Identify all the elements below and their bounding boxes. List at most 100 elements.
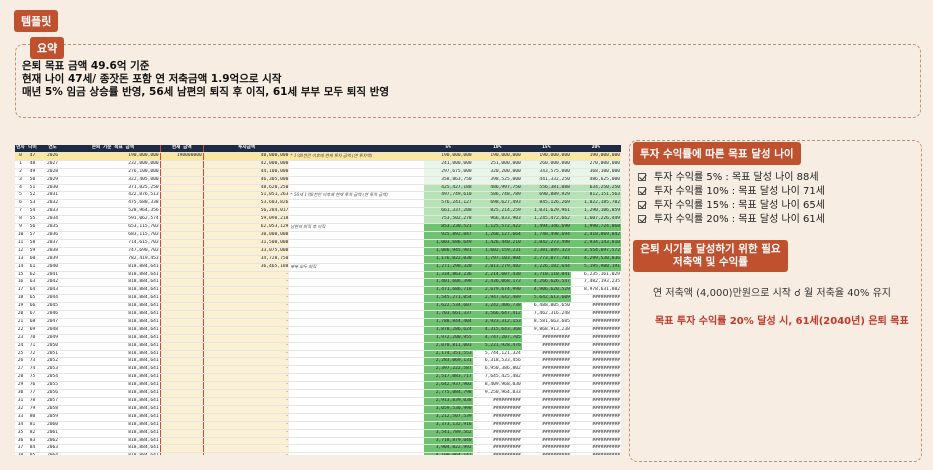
table-cell[interactable]: [159, 365, 204, 375]
table-cell[interactable]: 2041: [39, 271, 67, 280]
table-cell[interactable]: [159, 231, 204, 240]
rate-cell[interactable]: 3,373,132,916: [423, 421, 473, 430]
table-cell[interactable]: 55: [26, 215, 40, 225]
table-cell[interactable]: -: [202, 286, 290, 296]
table-cell[interactable]: 683,115,703: [66, 231, 161, 240]
rate-cell[interactable]: 2,679,674,990: [472, 286, 522, 296]
table-cell[interactable]: -: [202, 278, 290, 288]
rate-cell[interactable]: 4,100,064,142: [423, 452, 473, 455]
rate-cell[interactable]: ##########: [570, 334, 621, 343]
rate-cell[interactable]: 2,773,077,701: [521, 255, 571, 264]
table-cell[interactable]: [159, 176, 204, 185]
rate-cell[interactable]: 1,607,226,449: [570, 215, 621, 225]
table-cell[interactable]: [159, 429, 204, 438]
table-cell[interactable]: 818,884,641: [66, 437, 161, 446]
note-cell[interactable]: [289, 184, 424, 193]
table-cell[interactable]: 818,884,641: [66, 365, 161, 375]
rate-cell[interactable]: 1,972,200,955: [423, 334, 473, 343]
table-cell[interactable]: 30,000,000: [202, 231, 290, 240]
table-cell[interactable]: 19: [15, 302, 27, 312]
rate-cell[interactable]: ##########: [570, 373, 621, 383]
table-cell[interactable]: -: [202, 389, 290, 398]
table-cell[interactable]: [159, 381, 204, 391]
rate-cell[interactable]: 7,645,425,482: [472, 373, 522, 383]
rate-cell[interactable]: 4,315,643,368: [472, 326, 522, 335]
note-cell[interactable]: [289, 247, 424, 256]
note-cell[interactable]: [289, 405, 424, 414]
note-cell[interactable]: [289, 365, 424, 375]
table-cell[interactable]: -: [202, 421, 290, 430]
table-cell[interactable]: 24: [15, 342, 27, 351]
table-cell[interactable]: 78: [26, 397, 40, 406]
rate-cell[interactable]: 3,059,530,990: [423, 405, 473, 414]
note-cell[interactable]: [289, 310, 424, 319]
table-cell[interactable]: 2046: [39, 310, 67, 319]
table-cell[interactable]: 53: [26, 199, 40, 209]
table-cell[interactable]: 818,884,641: [66, 444, 161, 454]
table-cell[interactable]: 371,025,250: [66, 184, 161, 193]
rate-cell[interactable]: 1,990,724,868: [570, 223, 621, 232]
table-cell[interactable]: [159, 302, 204, 312]
rate-cell[interactable]: 753,502,278: [423, 215, 473, 225]
table-cell[interactable]: -: [202, 429, 290, 438]
table-cell[interactable]: 38: [15, 452, 27, 455]
rate-cell[interactable]: 486,625,000: [570, 176, 621, 185]
table-cell[interactable]: -: [202, 405, 290, 414]
table-cell[interactable]: 2030: [39, 184, 67, 193]
table-cell[interactable]: 2054: [39, 373, 67, 383]
table-cell[interactable]: [159, 160, 204, 169]
rate-cell[interactable]: ##########: [521, 350, 571, 359]
rate-cell[interactable]: 3,566,647,412: [472, 310, 522, 319]
rate-cell[interactable]: 2,042,273,498: [521, 239, 571, 248]
rate-cell[interactable]: 1,545,271,054: [423, 294, 473, 304]
table-cell[interactable]: 818,884,641: [66, 294, 161, 304]
rate-cell[interactable]: 358,863,750: [423, 176, 473, 185]
table-cell[interactable]: -: [202, 271, 290, 280]
rate-cell[interactable]: ##########: [570, 310, 621, 319]
rate-cell[interactable]: ##########: [521, 373, 571, 383]
table-cell[interactable]: 3: [15, 176, 27, 185]
table-cell[interactable]: 44,100,000: [202, 168, 290, 177]
note-cell[interactable]: 남편의 퇴직 후 이직: [289, 223, 424, 232]
note-cell[interactable]: [289, 278, 424, 288]
note-cell[interactable]: [289, 350, 424, 359]
table-cell[interactable]: 2056: [39, 389, 67, 398]
table-cell[interactable]: [159, 199, 204, 209]
note-cell[interactable]: [289, 294, 424, 304]
table-cell[interactable]: 2040: [39, 263, 67, 272]
table-cell[interactable]: 35: [15, 429, 27, 438]
rate-cell[interactable]: 2,070,811,003: [423, 342, 473, 351]
note-cell[interactable]: [289, 215, 424, 225]
table-cell[interactable]: 2036: [39, 231, 67, 240]
rate-cell[interactable]: 190,000,000: [521, 152, 571, 161]
rate-cell[interactable]: ##########: [570, 437, 621, 446]
rate-cell[interactable]: 698,627,493: [472, 199, 522, 209]
rate-cell[interactable]: 3,923,312,153: [472, 318, 522, 327]
rate-cell[interactable]: 1,602,159,231: [472, 247, 522, 256]
table-cell[interactable]: 2064: [39, 452, 67, 455]
table-cell[interactable]: 18: [15, 294, 27, 304]
table-cell[interactable]: 818,884,641: [66, 429, 161, 438]
table-cell[interactable]: 2: [15, 168, 27, 177]
table-cell[interactable]: 73: [26, 357, 40, 367]
table-cell[interactable]: 818,884,641: [66, 342, 161, 351]
table-cell[interactable]: 48,620,250: [202, 184, 290, 193]
table-cell[interactable]: 47: [26, 152, 40, 161]
table-cell[interactable]: -: [202, 444, 290, 454]
rate-cell[interactable]: 7,482,193,235: [570, 278, 621, 288]
rate-cell[interactable]: 1,271,298,320: [423, 263, 473, 272]
table-cell[interactable]: 40,000,000: [202, 152, 290, 161]
table-cell[interactable]: 72: [26, 350, 40, 359]
table-cell[interactable]: 52: [26, 191, 40, 201]
table-cell[interactable]: [159, 318, 204, 327]
table-cell[interactable]: -: [202, 397, 290, 406]
rate-cell[interactable]: 1,290,106,859: [570, 207, 621, 217]
rate-cell[interactable]: 8,978,631,882: [570, 286, 621, 296]
rate-cell[interactable]: 2,913,839,038: [423, 397, 473, 406]
rate-cell[interactable]: 5,744,121,324: [472, 350, 522, 359]
table-cell[interactable]: [159, 334, 204, 343]
table-cell[interactable]: 747,690,703: [66, 247, 161, 256]
table-cell[interactable]: 82: [26, 429, 40, 438]
rate-cell[interactable]: 1,426,440,210: [472, 239, 522, 248]
rate-cell[interactable]: 190,000,000: [570, 152, 621, 161]
